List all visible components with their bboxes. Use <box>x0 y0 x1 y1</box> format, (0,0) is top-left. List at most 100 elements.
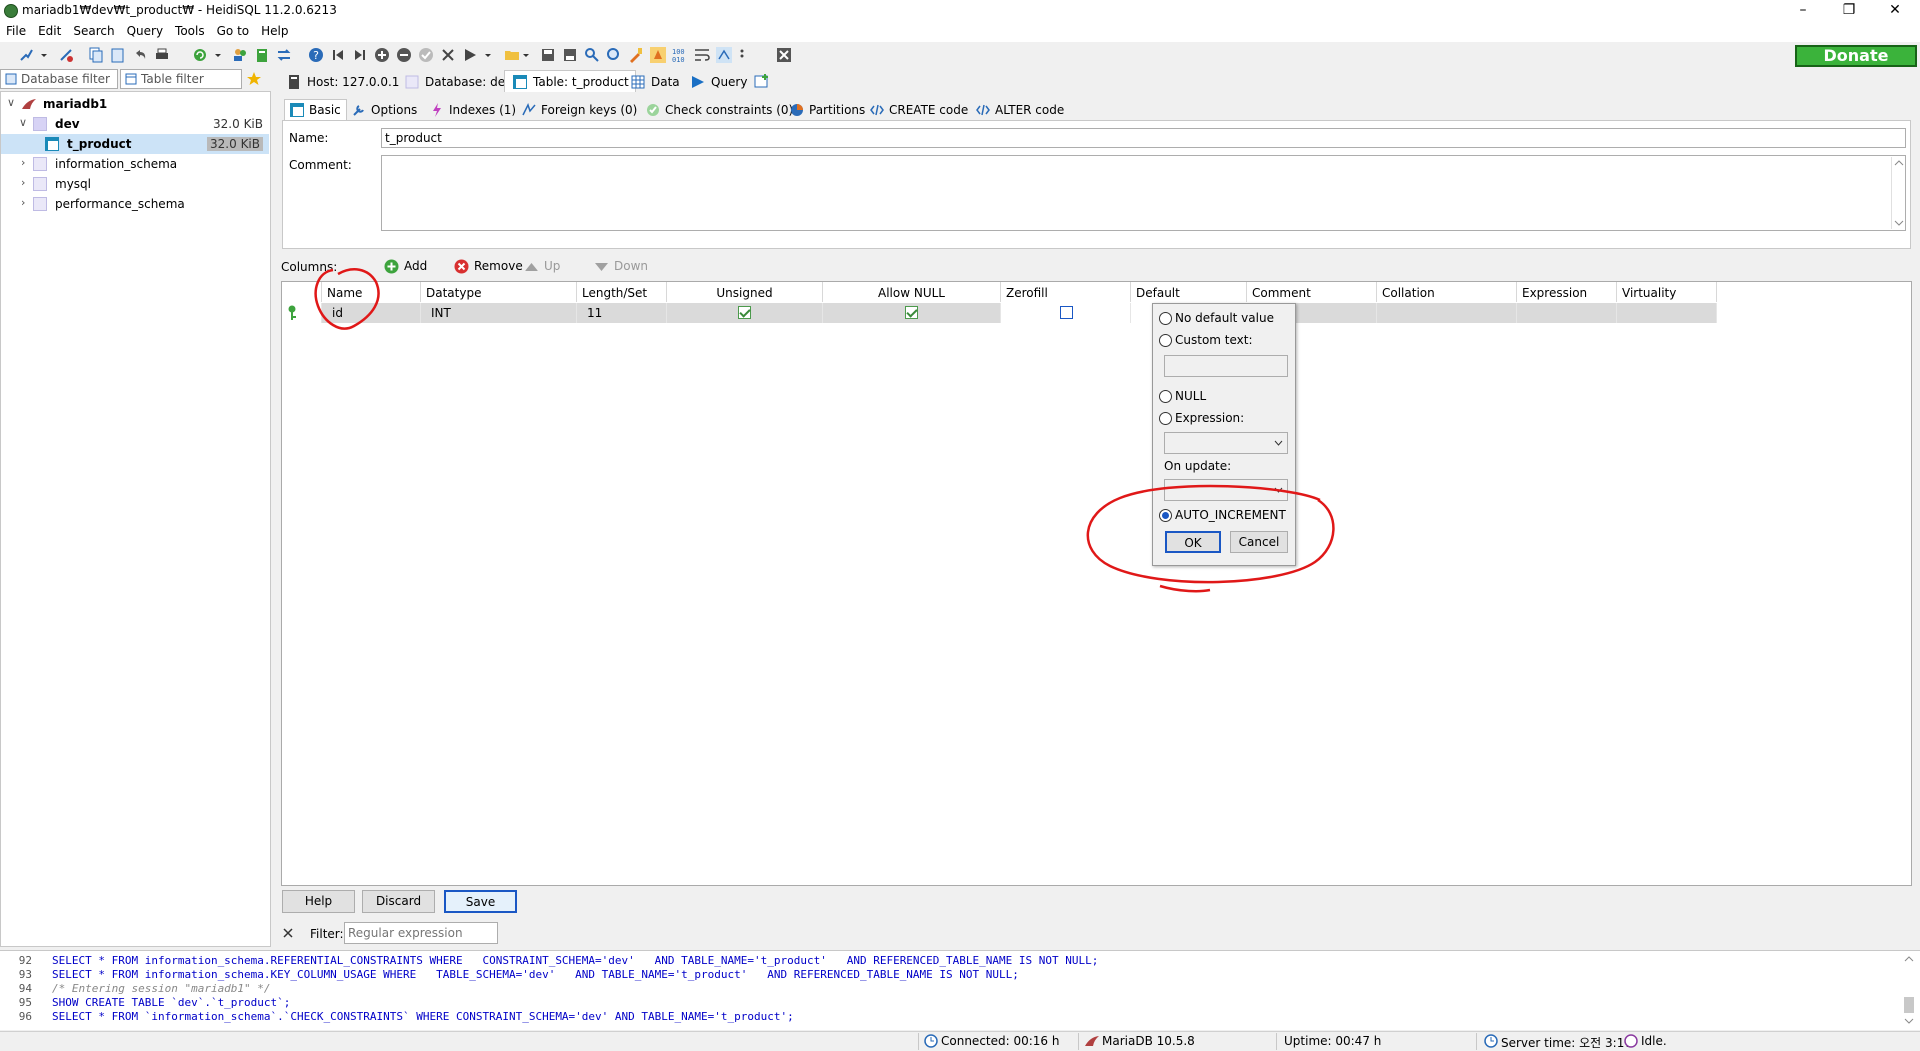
disconnect-icon[interactable] <box>58 47 74 63</box>
header-datatype[interactable]: Datatype <box>421 282 577 302</box>
database-filter-input[interactable]: Database filter <box>0 69 118 89</box>
user-manager-icon[interactable] <box>232 47 248 63</box>
unsigned-checkbox[interactable] <box>738 306 751 319</box>
scroll-up-icon[interactable] <box>1904 955 1914 963</box>
find-replace-icon[interactable] <box>606 47 622 63</box>
cell-allow-null[interactable] <box>823 303 1001 323</box>
scroll-down-icon[interactable] <box>1894 219 1904 227</box>
custom-text-radio[interactable] <box>1159 334 1172 347</box>
run-icon[interactable] <box>462 47 478 63</box>
collapse-chevron-icon[interactable]: ∨ <box>19 116 27 129</box>
tab-foreign-keys[interactable]: Foreign keys (0) <box>516 99 643 120</box>
paste-icon[interactable] <box>110 47 126 63</box>
save-button[interactable]: Save <box>444 890 517 913</box>
tab-partitions[interactable]: Partitions <box>784 99 871 120</box>
allow-null-checkbox[interactable] <box>905 306 918 319</box>
table-comment-textarea[interactable] <box>381 155 1906 231</box>
scroll-up-icon[interactable] <box>1894 159 1904 167</box>
cell-name[interactable]: id <box>322 303 421 323</box>
help-button[interactable]: Help <box>282 890 355 913</box>
menu-search[interactable]: Search <box>67 22 120 40</box>
help-icon[interactable]: ? <box>308 47 324 63</box>
open-folder-icon[interactable] <box>504 47 520 63</box>
on-update-select[interactable] <box>1164 479 1288 501</box>
tree-item-t-product[interactable]: t_product 32.0 KiB <box>1 134 269 154</box>
header-length[interactable]: Length/Set <box>577 282 667 302</box>
post-record-icon[interactable] <box>418 47 434 63</box>
first-record-icon[interactable] <box>330 47 346 63</box>
maximize-button[interactable]: ❐ <box>1826 0 1872 22</box>
binary-icon[interactable]: 100010 <box>672 47 688 63</box>
tab-indexes[interactable]: Indexes (1) <box>424 99 522 120</box>
last-record-icon[interactable] <box>352 47 368 63</box>
menu-file[interactable]: File <box>0 22 32 40</box>
tree-item-mysql[interactable]: › mysql <box>1 174 269 194</box>
tab-database[interactable]: Database: dev <box>396 70 519 92</box>
insert-record-icon[interactable] <box>374 47 390 63</box>
comment-scrollbar[interactable] <box>1891 157 1905 229</box>
header-comment[interactable]: Comment <box>1247 282 1377 302</box>
tab-data[interactable]: Data <box>622 70 687 92</box>
close-tab-icon[interactable] <box>776 47 792 63</box>
move-down-button[interactable]: Down <box>594 259 648 273</box>
tree-item-mariadb1[interactable]: ∨ mariadb1 <box>1 94 269 114</box>
explain-icon[interactable] <box>650 47 666 63</box>
tab-options[interactable]: Options <box>346 99 423 120</box>
menu-help[interactable]: Help <box>255 22 294 40</box>
cancel-button[interactable]: Cancel <box>1230 531 1288 553</box>
donate-button[interactable]: Donate <box>1795 45 1917 67</box>
expand-chevron-icon[interactable]: › <box>21 156 25 169</box>
cell-expression[interactable] <box>1517 303 1617 323</box>
format-icon[interactable] <box>628 47 644 63</box>
scroll-thumb[interactable] <box>1904 997 1914 1013</box>
sql-log[interactable]: 92 SELECT * FROM information_schema.REFER… <box>0 950 1920 1030</box>
save-icon[interactable] <box>540 47 556 63</box>
refresh-icon[interactable] <box>192 47 208 63</box>
move-up-button[interactable]: Up <box>524 259 560 273</box>
remove-column-button[interactable]: Remove <box>454 259 523 274</box>
auto-increment-radio[interactable] <box>1159 509 1172 522</box>
chevron-down-icon[interactable] <box>484 47 492 63</box>
add-column-button[interactable]: Add <box>384 259 427 274</box>
undo-icon[interactable] <box>132 47 148 63</box>
header-name[interactable]: Name <box>322 282 421 302</box>
expression-select[interactable] <box>1164 432 1288 454</box>
chevron-down-icon[interactable] <box>214 47 222 63</box>
tab-create-code[interactable]: CREATE code <box>864 99 974 120</box>
tree-item-performance-schema[interactable]: › performance_schema <box>1 194 269 214</box>
discard-button[interactable]: Discard <box>362 890 435 913</box>
auto-refresh-icon[interactable] <box>716 47 732 63</box>
expression-radio[interactable] <box>1159 412 1172 425</box>
delete-record-icon[interactable] <box>396 47 412 63</box>
header-unsigned[interactable]: Unsigned <box>667 282 823 302</box>
connect-icon[interactable] <box>18 47 34 63</box>
copy-icon[interactable] <box>88 47 104 63</box>
cell-length[interactable]: 11 <box>577 303 667 323</box>
custom-text-input[interactable] <box>1164 355 1288 377</box>
header-collation[interactable]: Collation <box>1377 282 1517 302</box>
header-default[interactable]: Default <box>1131 282 1247 302</box>
tab-alter-code[interactable]: ALTER code <box>970 99 1070 120</box>
table-filter-input[interactable]: Table filter <box>120 69 242 89</box>
no-default-radio[interactable] <box>1159 312 1172 325</box>
chevron-down-icon[interactable] <box>40 47 48 63</box>
export-icon[interactable] <box>254 47 270 63</box>
minimize-button[interactable]: – <box>1780 0 1826 22</box>
table-name-input[interactable]: t_product <box>381 128 1906 148</box>
print-icon[interactable] <box>154 47 170 63</box>
cell-virtuality[interactable] <box>1617 303 1717 323</box>
close-filter-icon[interactable] <box>282 927 294 939</box>
zerofill-checkbox[interactable] <box>1060 306 1073 319</box>
tab-table[interactable]: Table: t_product <box>504 70 636 92</box>
filter-input[interactable] <box>344 922 498 944</box>
menu-tools[interactable]: Tools <box>169 22 211 40</box>
new-query-tab-icon[interactable] <box>754 73 770 89</box>
cell-collation[interactable] <box>1377 303 1517 323</box>
menu-query[interactable]: Query <box>121 22 169 40</box>
header-zerofill[interactable]: Zerofill <box>1001 282 1131 302</box>
tab-check-constraints[interactable]: Check constraints (0) <box>640 99 799 120</box>
expand-chevron-icon[interactable]: › <box>21 196 25 209</box>
cell-unsigned[interactable] <box>667 303 823 323</box>
close-button[interactable]: ✕ <box>1872 0 1918 22</box>
sync-icon[interactable] <box>276 47 292 63</box>
